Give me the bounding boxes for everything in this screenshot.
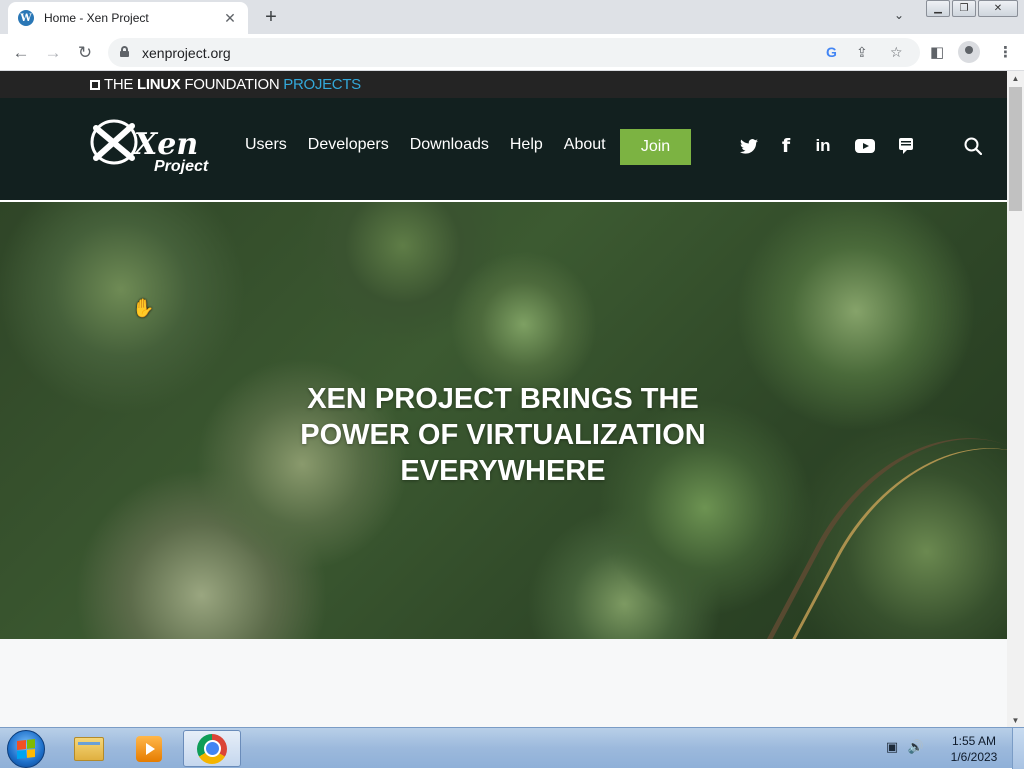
- nav-developers[interactable]: Developers: [308, 136, 389, 154]
- linux-foundation-bar: THE LINUX FOUNDATION PROJECTS: [0, 71, 1007, 98]
- close-window-button[interactable]: ✕: [978, 0, 1018, 17]
- google-translate-icon[interactable]: G: [826, 44, 837, 60]
- taskbar: ▣ 🔊 1:55 AM 1/6/2023: [0, 727, 1024, 769]
- menu-dots-icon[interactable]: ⋮: [998, 43, 1013, 61]
- taskbar-clock[interactable]: 1:55 AM 1/6/2023: [944, 733, 1004, 765]
- media-player-icon[interactable]: [120, 730, 178, 767]
- twitter-icon[interactable]: [739, 134, 759, 158]
- reload-icon[interactable]: ↻: [73, 41, 97, 65]
- windows-logo-icon: [17, 739, 35, 759]
- show-desktop-button[interactable]: [1012, 728, 1024, 769]
- share-icon[interactable]: ⇪: [856, 44, 868, 61]
- road-line-decoration: [779, 397, 1007, 639]
- main-nav: Users Developers Downloads Help About: [245, 136, 627, 154]
- nav-users[interactable]: Users: [245, 136, 287, 154]
- browser-tab[interactable]: W Home - Xen Project ✕: [8, 2, 248, 34]
- lock-icon[interactable]: [120, 46, 129, 57]
- facebook-icon[interactable]: f: [778, 134, 794, 158]
- network-icon[interactable]: ▣: [884, 739, 900, 754]
- minimize-button[interactable]: ▁: [926, 0, 950, 17]
- logo-sub: Project: [154, 158, 209, 174]
- profile-avatar-icon[interactable]: [958, 41, 980, 63]
- linux-foundation-projects-link[interactable]: THE LINUX FOUNDATION PROJECTS: [90, 76, 361, 93]
- scroll-down-arrow-icon[interactable]: ▼: [1007, 713, 1024, 727]
- tab-strip: W Home - Xen Project ✕ + ⌄ ▁ ❐ ✕: [0, 0, 1024, 34]
- hero-banner: XEN PROJECT BRINGS THE POWER OF VIRTUALI…: [0, 202, 1007, 639]
- clock-date: 1/6/2023: [950, 750, 998, 764]
- logo-word: Xen: [132, 127, 198, 162]
- system-tray: ▣ 🔊: [884, 739, 924, 754]
- volume-icon[interactable]: 🔊: [908, 739, 924, 754]
- nav-help[interactable]: Help: [510, 136, 543, 154]
- nav-downloads[interactable]: Downloads: [410, 136, 489, 154]
- tab-title: Home - Xen Project: [44, 11, 149, 25]
- start-button[interactable]: [7, 730, 45, 768]
- chat-icon[interactable]: [898, 134, 914, 158]
- windows-explorer-icon[interactable]: [60, 730, 118, 767]
- window-controls: ▁ ❐ ✕: [926, 0, 1020, 17]
- new-tab-button[interactable]: +: [258, 4, 284, 30]
- hand-cursor-icon: ✋: [132, 298, 155, 318]
- search-icon[interactable]: [962, 134, 984, 158]
- scroll-thumb[interactable]: [1009, 87, 1022, 211]
- wordpress-icon: W: [18, 10, 34, 26]
- site-header: Xen Project Users Developers Downloads H…: [0, 98, 1007, 202]
- chrome-icon[interactable]: [183, 730, 241, 767]
- linux-foundation-logo-icon: [90, 80, 100, 90]
- xen-project-logo[interactable]: Xen Project: [90, 118, 220, 174]
- address-bar[interactable]: xenproject.org G ⇪ ☆: [108, 38, 920, 67]
- browser-toolbar: ← → ↻ xenproject.org G ⇪ ☆ ◧ ⋮: [0, 34, 1024, 71]
- page-scrollbar[interactable]: ▲ ▼: [1007, 71, 1024, 727]
- side-panel-icon[interactable]: ◧: [930, 43, 944, 61]
- youtube-icon[interactable]: [854, 134, 876, 158]
- restore-button[interactable]: ❐: [952, 0, 976, 17]
- linkedin-icon[interactable]: in: [812, 134, 834, 158]
- url-text[interactable]: xenproject.org: [142, 45, 231, 61]
- scroll-up-arrow-icon[interactable]: ▲: [1007, 71, 1024, 85]
- forward-arrow-icon[interactable]: →: [41, 41, 65, 65]
- clock-time: 1:55 AM: [951, 734, 997, 748]
- tab-close-icon[interactable]: ✕: [222, 10, 238, 27]
- hero-title: XEN PROJECT BRINGS THE POWER OF VIRTUALI…: [300, 383, 706, 487]
- join-button[interactable]: Join: [620, 129, 691, 165]
- tab-search-icon[interactable]: ⌄: [894, 8, 904, 22]
- back-arrow-icon[interactable]: ←: [9, 41, 33, 65]
- bookmark-star-icon[interactable]: ☆: [890, 44, 903, 61]
- nav-about[interactable]: About: [564, 136, 606, 154]
- web-page: THE LINUX FOUNDATION PROJECTS Xen Projec…: [0, 71, 1007, 727]
